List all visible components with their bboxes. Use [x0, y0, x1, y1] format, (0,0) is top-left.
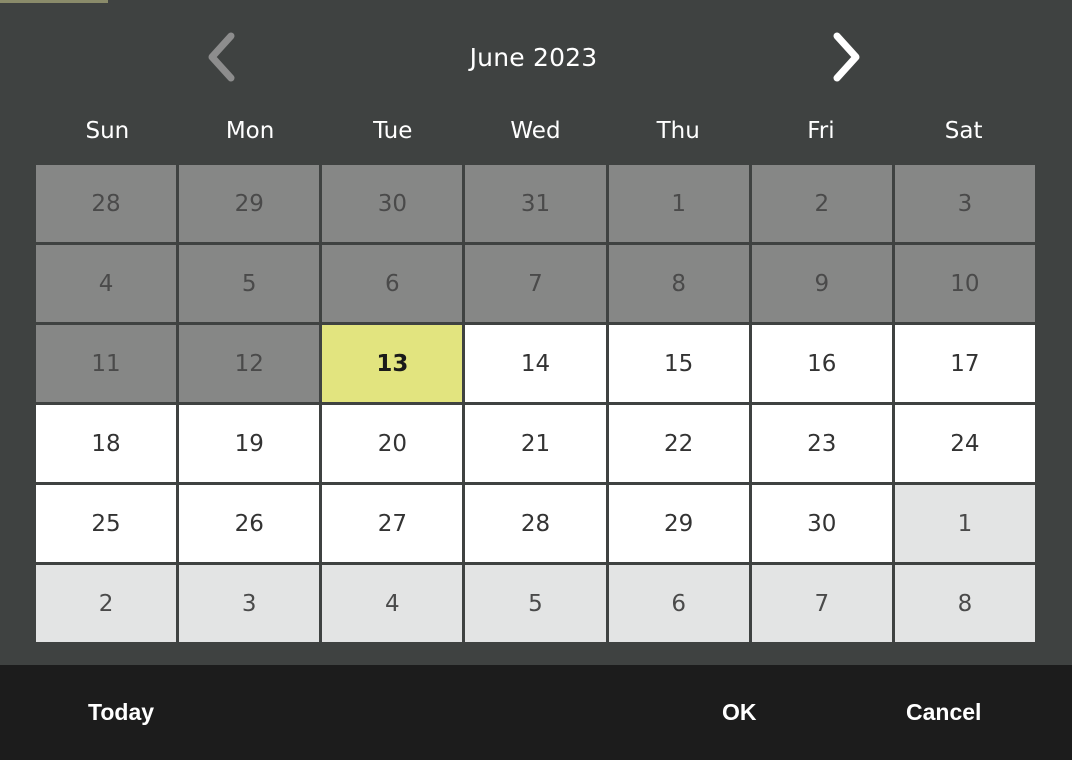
weekday-label-mon: Mon [225, 118, 275, 144]
ok-button[interactable]: OK [722, 665, 757, 760]
day-cell[interactable]: 3 [894, 165, 1035, 242]
day-cell[interactable]: 10 [894, 245, 1035, 322]
day-cell[interactable]: 22 [608, 405, 749, 482]
month-year-title: June 2023 [469, 42, 598, 72]
day-cell[interactable]: 12 [179, 325, 320, 402]
top-strip-remainder [108, 0, 1072, 3]
day-cell[interactable]: 28 [36, 165, 177, 242]
weekday-label-wed: Wed [510, 118, 561, 144]
day-cell[interactable]: 5 [465, 565, 606, 642]
day-cell[interactable]: 28 [465, 485, 606, 562]
previous-month-button[interactable] [186, 22, 256, 92]
day-cell[interactable]: 30 [322, 165, 463, 242]
day-cell[interactable]: 7 [465, 245, 606, 322]
today-button[interactable]: Today [88, 665, 154, 760]
weekday-label-fri: Fri [807, 118, 835, 144]
day-grid: 28 29 30 31 1 2 3 4 5 6 7 8 9 10 11 12 13 14 15 16 17 18 19 20 2… [36, 165, 1035, 642]
weekday-header-row: Sun Mon Tue Wed Thu Fri Sat [36, 108, 1035, 154]
chevron-right-icon [829, 31, 863, 83]
calendar-header: June 2023 [0, 18, 1072, 96]
date-picker-dialog: June 2023 Sun Mon Tue Wed Thu Fri Sat 28 29 30 31… [0, 0, 1072, 760]
day-cell[interactable]: 15 [608, 325, 749, 402]
day-cell[interactable]: 11 [36, 325, 177, 402]
day-cell[interactable]: 31 [465, 165, 606, 242]
day-cell[interactable]: 24 [894, 405, 1035, 482]
day-cell[interactable]: 8 [894, 565, 1035, 642]
day-cell[interactable]: 6 [608, 565, 749, 642]
day-cell[interactable]: 27 [322, 485, 463, 562]
day-cell[interactable]: 8 [608, 245, 749, 322]
footer-button-bar: Today OK Cancel [0, 665, 1072, 760]
day-cell[interactable]: 30 [751, 485, 892, 562]
day-cell[interactable]: 3 [179, 565, 320, 642]
day-cell[interactable]: 19 [179, 405, 320, 482]
day-cell[interactable]: 23 [751, 405, 892, 482]
day-cell[interactable]: 21 [465, 405, 606, 482]
top-accent-strip [0, 0, 108, 3]
next-month-button[interactable] [811, 22, 881, 92]
day-cell[interactable]: 14 [465, 325, 606, 402]
day-cell[interactable]: 26 [179, 485, 320, 562]
day-cell[interactable]: 29 [608, 485, 749, 562]
day-cell[interactable]: 5 [179, 245, 320, 322]
day-cell[interactable]: 1 [608, 165, 749, 242]
day-cell[interactable]: 17 [894, 325, 1035, 402]
day-cell[interactable]: 2 [36, 565, 177, 642]
chevron-left-icon [204, 31, 238, 83]
day-cell[interactable]: 7 [751, 565, 892, 642]
day-cell[interactable]: 4 [322, 565, 463, 642]
day-cell[interactable]: 20 [322, 405, 463, 482]
day-cell[interactable]: 1 [894, 485, 1035, 562]
day-cell[interactable]: 16 [751, 325, 892, 402]
day-cell[interactable]: 18 [36, 405, 177, 482]
day-cell[interactable]: 2 [751, 165, 892, 242]
weekday-label-sun: Sun [85, 118, 130, 144]
day-cell[interactable]: 25 [36, 485, 177, 562]
weekday-label-thu: Thu [656, 118, 700, 144]
cancel-button[interactable]: Cancel [906, 665, 981, 760]
day-cell[interactable]: 6 [322, 245, 463, 322]
weekday-label-tue: Tue [373, 118, 413, 144]
weekday-label-sat: Sat [944, 118, 983, 144]
day-cell[interactable]: 9 [751, 245, 892, 322]
day-cell[interactable]: 4 [36, 245, 177, 322]
day-cell[interactable]: 29 [179, 165, 320, 242]
day-cell[interactable]: 13 [322, 325, 463, 402]
